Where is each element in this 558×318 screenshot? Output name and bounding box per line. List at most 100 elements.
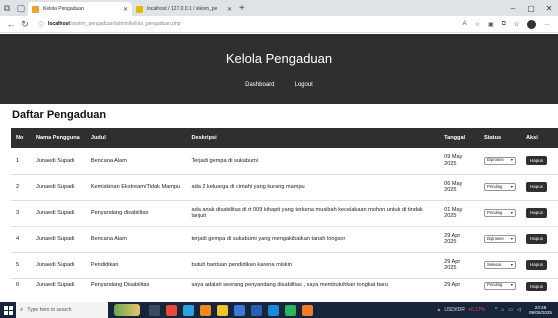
cell-no: 6: [16, 281, 20, 288]
cell-deskripsi: terjadi gempa di sukabumi yang mengakiba…: [186, 226, 440, 253]
firefox-icon[interactable]: [200, 304, 211, 316]
status-select[interactable]: Diproses ▾: [484, 156, 517, 165]
nav-link-logout[interactable]: Logout: [295, 82, 313, 88]
cell-no: 1: [11, 148, 31, 175]
cell-status: Diproses ▾: [479, 148, 522, 175]
table-row: 2 Junaedi Supadi Kemiskinan Ekstream/Tid…: [11, 174, 558, 201]
taskbar: ⌕ Type here to search ▲ USD/IDR +0.17% ^…: [0, 302, 558, 318]
system-tray: ^ ⌂ ▭ ◁: [493, 307, 523, 313]
table-row: 5 Junaedi Supadi Pendidikan butuh bantua…: [11, 252, 558, 279]
delete-button[interactable]: Hapus: [526, 208, 548, 218]
cell-judul: Kemiskinan Ekstream/Tidak Mampu: [85, 174, 187, 201]
cell-no: 3: [11, 200, 31, 227]
system-clock[interactable]: 23:48 09/05/2025: [529, 305, 552, 315]
chevron-down-icon: ▾: [510, 157, 514, 163]
tab-actions-icon[interactable]: ▢: [14, 1, 28, 15]
edge-icon[interactable]: [183, 304, 194, 316]
taskbar-search-input[interactable]: ⌕ Type here to search: [16, 302, 108, 318]
cell-nama: Junaedi Supadi: [35, 281, 75, 288]
split-screen-icon[interactable]: ▣: [488, 21, 494, 28]
chevron-down-icon: ▾: [510, 282, 514, 288]
cell-nama: Junaedi Supadi: [30, 226, 86, 253]
status-value: Selesai: [487, 261, 501, 267]
cell-deskripsi: ada 2 keluarga di cimahi yang kurang mam…: [186, 174, 440, 201]
battery-icon[interactable]: ▭: [508, 307, 513, 313]
delete-button[interactable]: Hapus: [526, 156, 548, 166]
cell-status: Diproses ▾: [479, 226, 522, 253]
task-view-icon[interactable]: [149, 304, 160, 316]
sublime-icon[interactable]: [302, 304, 313, 316]
ticker-icon: ▲: [436, 307, 442, 313]
column-header-tanggal: Tanggal: [439, 128, 480, 148]
read-aloud-icon[interactable]: A: [463, 21, 467, 27]
ticker-widget[interactable]: ▲ USD/IDR +0.17%: [436, 307, 485, 313]
cell-tanggal: 09 May 2025: [439, 148, 480, 175]
cell-tanggal: 01 May 2025: [439, 200, 480, 227]
ticker-label: USD/IDR: [444, 307, 465, 313]
favicon-icon: [136, 5, 143, 13]
cell-aksi: Hapus: [521, 278, 558, 291]
ticker-change: +0.17%: [467, 307, 486, 313]
status-select[interactable]: Pending ▾: [484, 209, 517, 217]
cell-aksi: Hapus: [521, 226, 558, 253]
chevron-down-icon: ▾: [510, 261, 514, 267]
tab-kelola-pengaduan[interactable]: Kelola Pengaduan ✕: [28, 2, 132, 16]
chevron-down-icon: ▾: [510, 235, 514, 241]
status-select[interactable]: Diproses ▾: [484, 235, 517, 243]
chevron-down-icon: ▾: [510, 183, 514, 189]
network-icon[interactable]: ⌂: [501, 307, 504, 313]
close-window-icon[interactable]: ✕: [540, 4, 558, 13]
reload-icon[interactable]: ↻: [18, 19, 32, 30]
vscode-icon[interactable]: [268, 304, 279, 316]
cell-nama: Junaedi Supadi: [30, 148, 86, 175]
column-header-status: Status: [479, 128, 522, 148]
back-icon[interactable]: ←: [4, 19, 18, 29]
delete-button[interactable]: Hapus: [526, 182, 548, 192]
status-value: Pending: [487, 209, 503, 215]
more-options-icon[interactable]: …: [544, 21, 550, 27]
tab-label: localhost / 127.0.0.1 / sikom_pe: [147, 6, 218, 12]
table-row: 6 Junaedi Supadi Penyandang Disabilitas …: [11, 278, 558, 291]
url-path: /sistem_pengaduan/admin/kelola_pengaduan…: [69, 21, 181, 27]
status-value: Diproses: [487, 235, 504, 241]
status-select[interactable]: Selesai ▾: [484, 261, 517, 269]
tray-chevron-icon[interactable]: ^: [495, 307, 497, 313]
nav-link-dashboard[interactable]: Dashboard: [245, 82, 274, 88]
delete-button[interactable]: Hapus: [526, 260, 548, 270]
cell-deskripsi: Terjadi gempa di sukabumi: [186, 148, 440, 175]
close-tab-icon[interactable]: ✕: [123, 6, 128, 13]
info-icon[interactable]: ⓘ: [38, 20, 44, 29]
minimize-icon[interactable]: –: [504, 4, 522, 13]
favorites-icon[interactable]: ✩: [514, 21, 519, 28]
delete-button[interactable]: Hapus: [526, 234, 548, 244]
cell-deskripsi: saya adalah seorang penyandang disabilit…: [191, 281, 389, 288]
close-tab-icon[interactable]: ✕: [227, 6, 232, 13]
tab-label: Kelola Pengaduan: [43, 6, 84, 12]
profile-avatar[interactable]: [527, 19, 536, 29]
url-host: localhost: [48, 21, 70, 27]
page-header: Kelola Pengaduan Dashboard Logout: [0, 34, 558, 104]
cell-aksi: Hapus: [521, 252, 558, 279]
new-tab-icon[interactable]: +: [239, 3, 245, 14]
column-header-deskripsi: Deskripsi: [186, 128, 440, 148]
windows-start-icon[interactable]: [0, 302, 16, 318]
table-header-row: No Nama Pengguna Judul Deskripsi Tanggal…: [11, 128, 558, 148]
url-field[interactable]: ⓘ localhost /sistem_pengaduan/admin/kelo…: [38, 18, 438, 30]
whatsapp-icon[interactable]: [285, 304, 296, 316]
volume-icon[interactable]: ◁: [517, 307, 521, 313]
workspaces-icon[interactable]: ⧉: [0, 1, 14, 15]
delete-button[interactable]: Hapus: [526, 281, 548, 291]
chrome-icon[interactable]: [166, 304, 177, 316]
mail-icon[interactable]: [251, 304, 262, 316]
favorite-star-icon[interactable]: ☆: [475, 21, 480, 28]
collections-icon[interactable]: ⧉: [502, 21, 506, 28]
file-explorer-icon[interactable]: [217, 304, 228, 316]
store-icon[interactable]: [234, 304, 245, 316]
maximize-icon[interactable]: ▢: [522, 4, 540, 13]
page-title: Kelola Pengaduan: [225, 51, 333, 66]
status-select[interactable]: Pending ▾: [484, 183, 517, 191]
tab-phpmyadmin[interactable]: localhost / 127.0.0.1 / sikom_pe ✕: [132, 2, 236, 16]
pinned-apps: [146, 304, 316, 316]
search-placeholder: Type here to search: [27, 307, 72, 313]
status-select[interactable]: Pending ▾: [484, 281, 517, 290]
